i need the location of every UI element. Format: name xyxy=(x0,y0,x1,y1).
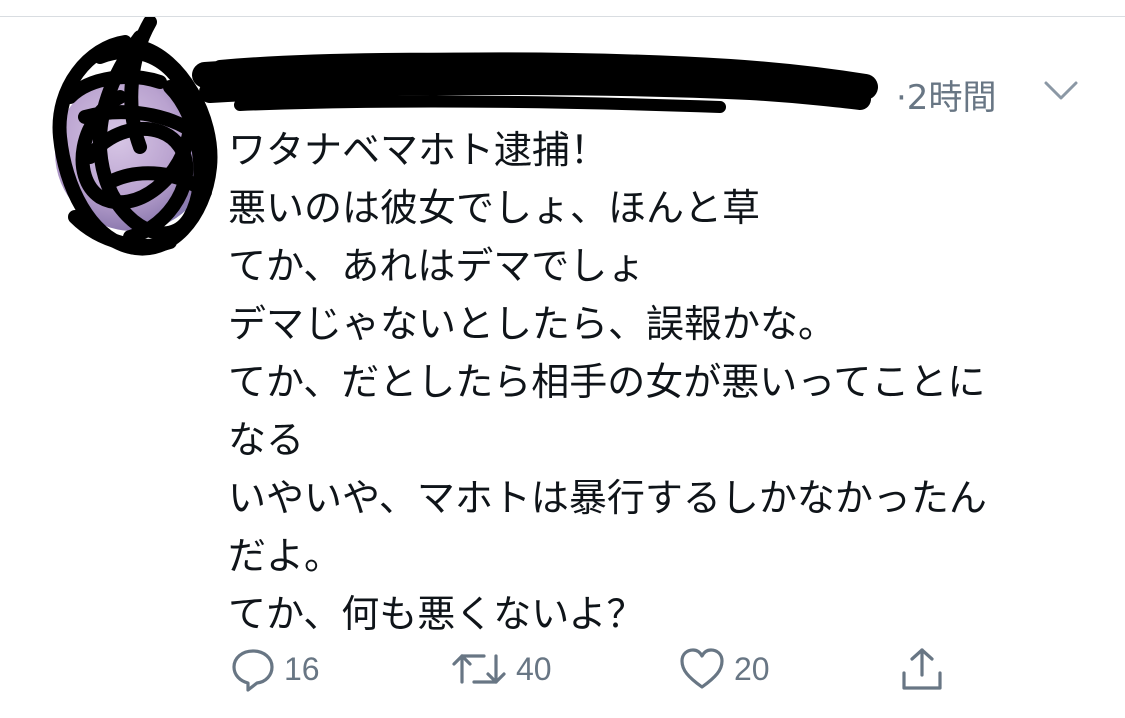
tweet-line: デマじゃないとしたら、誤報かな。 xyxy=(228,302,837,346)
tweet-line: てか、何も悪くないよ？ xyxy=(228,592,645,636)
heart-icon xyxy=(678,646,726,692)
tweet-line: なる xyxy=(228,418,305,462)
tweet-line: いやいや、マホトは暴行するしかなかったん xyxy=(228,476,987,520)
chevron-down-icon[interactable] xyxy=(1043,77,1079,103)
retweet-count: 40 xyxy=(516,650,552,687)
reply-count: 16 xyxy=(284,650,320,687)
share-button[interactable] xyxy=(898,641,946,697)
like-count: 20 xyxy=(734,650,770,687)
tweet-line: だよ。 xyxy=(228,534,343,578)
tweet-line: てか、あれはデマでしょ xyxy=(228,244,646,288)
tweet-line: てか、だとしたら相手の女が悪いってことに xyxy=(228,360,986,404)
timestamp[interactable]: ·2時間 xyxy=(896,70,996,119)
retweet-button[interactable]: 40 xyxy=(450,641,552,697)
reply-icon xyxy=(230,646,276,692)
like-button[interactable]: 20 xyxy=(678,641,770,697)
tweet-actions: 16 40 20 xyxy=(228,641,1088,697)
retweet-icon xyxy=(450,646,508,692)
tweet-line: ワタナベマホト逮捕！ xyxy=(228,128,609,172)
reply-button[interactable]: 16 xyxy=(230,641,320,697)
tweet-text: ワタナベマホト逮捕！ 悪いのは彼女でしょ、ほんと草 てか、あれはデマでしょ デマ… xyxy=(228,121,1088,643)
share-icon xyxy=(898,645,946,693)
tweet[interactable]: ... ·2時間 ワタナベマホト逮捕！ 悪いのは彼女でしょ、ほんと草 てか、あれ… xyxy=(0,17,1125,718)
tweet-line: 悪いのは彼女でしょ、ほんと草 xyxy=(228,186,761,230)
